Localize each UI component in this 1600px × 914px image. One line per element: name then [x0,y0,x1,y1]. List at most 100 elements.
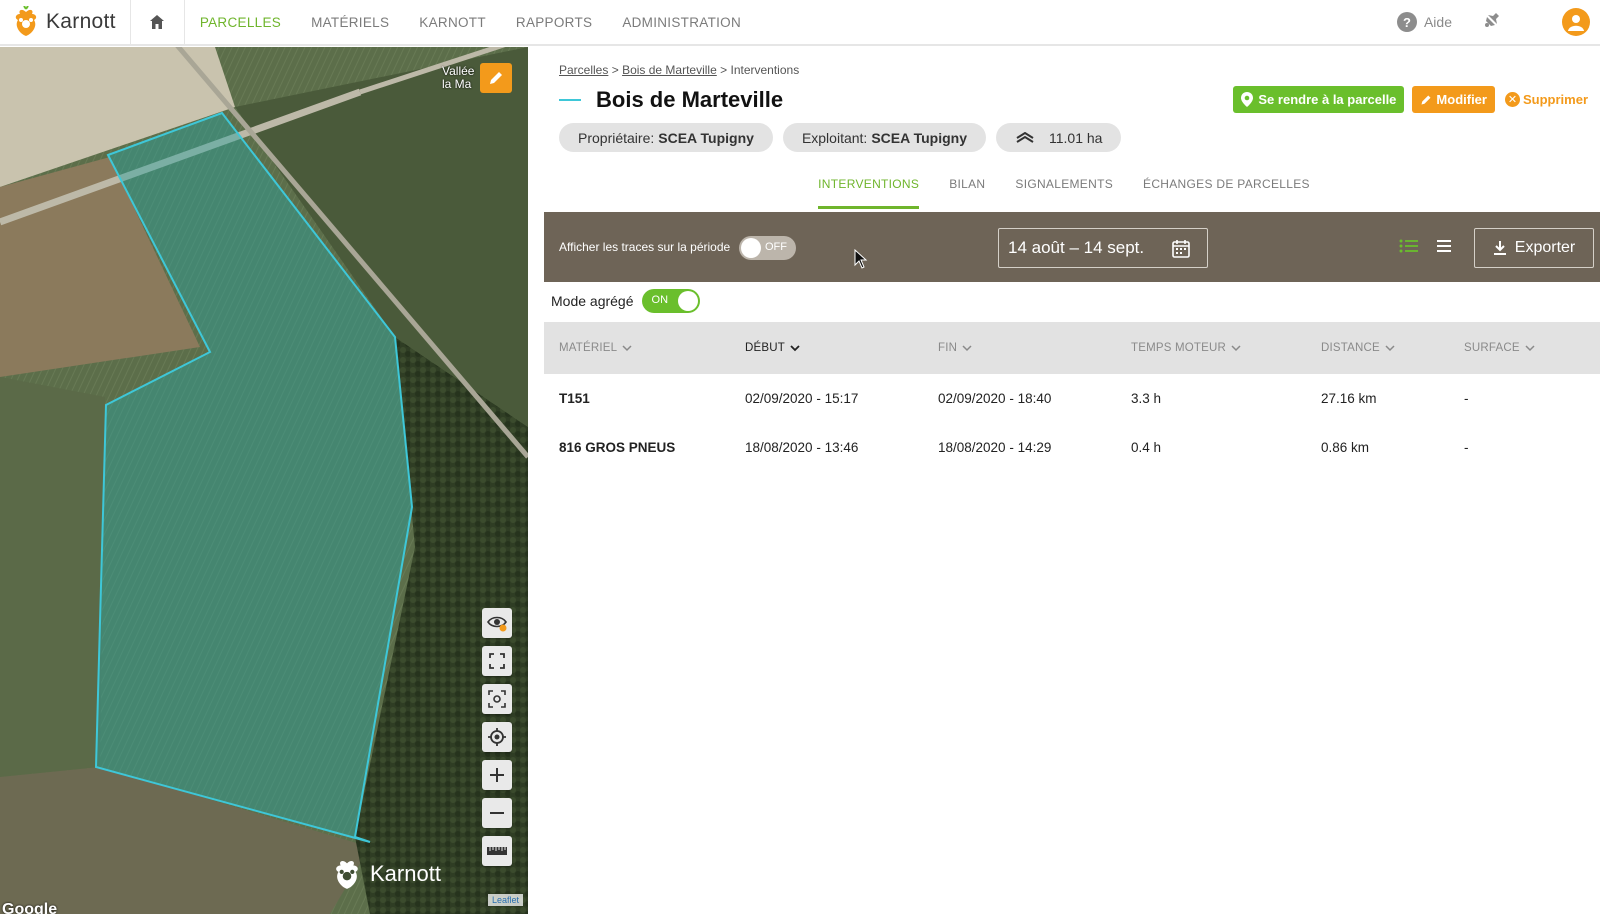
column-materiel-label: MATÉRIEL [559,342,618,354]
user-avatar[interactable] [1562,8,1590,36]
help-icon: ? [1396,12,1417,32]
brand[interactable]: Karnott [0,0,131,44]
tab-signalements[interactable]: SIGNALEMENTS [1000,165,1128,209]
leaflet-attribution[interactable]: Leaflet [488,894,524,906]
aggregate-mode-label: Mode agrégé [551,293,634,309]
traces-toggle[interactable]: OFF [739,236,796,260]
chevron-down-icon [962,344,972,351]
notifications-button[interactable] [1482,10,1502,35]
breadcrumb-parcelles[interactable]: Parcelles [559,63,608,77]
close-circle-icon: ✕ [1504,92,1520,107]
home-icon [150,15,165,29]
parcel-map[interactable]: Vallée la Ma Karnott Leaflet Google [0,47,528,914]
map-place-line-2: la Ma [442,77,472,91]
karnott-logo-icon [15,6,37,36]
cell-debut: 02/09/2020 - 15:17 [745,391,859,406]
column-materiel[interactable]: MATÉRIEL [559,342,632,354]
map-fullscreen-button[interactable] [482,646,512,676]
table-row[interactable]: 816 GROS PNEUS 18/08/2020 - 13:46 18/08/… [544,423,1600,472]
calendar-icon [1172,240,1190,258]
user-icon [1568,15,1584,31]
breadcrumb-parcel[interactable]: Bois de Marteville [622,63,717,77]
goto-parcel-button[interactable]: Se rendre à la parcelle [1233,86,1405,113]
pencil-icon [1421,95,1431,104]
home-button[interactable] [131,0,185,44]
toggle-knob [677,291,698,311]
column-temps-moteur-label: TEMPS MOTEUR [1131,342,1227,354]
delete-label: Supprimer [1522,92,1588,107]
focus-icon [488,690,506,708]
minus-icon [490,812,504,814]
goto-parcel-label: Se rendre à la parcelle [1258,92,1397,107]
google-attribution: Google [2,901,58,914]
column-distance[interactable]: DISTANCE [1321,342,1395,354]
satellite-background [0,47,528,914]
aggregate-mode-toggle[interactable]: ON [641,289,700,313]
area-layers-icon [1016,131,1034,143]
owner-label: Propriétaire: [578,129,655,146]
parcel-actions: Se rendre à la parcelle Modifier ✕ Suppr… [1233,86,1590,113]
list-icon [1399,239,1418,253]
map-fit-bounds-button[interactable] [482,684,512,714]
title-row: Bois de Marteville [559,87,783,113]
karnott-logo-white-icon [336,861,358,889]
table-row[interactable]: T151 02/09/2020 - 15:17 02/09/2020 - 18:… [544,374,1600,423]
cell-materiel[interactable]: 816 GROS PNEUS [559,440,675,455]
column-fin[interactable]: FIN [938,342,972,354]
crosshair-icon [488,728,506,746]
export-button[interactable]: Exporter [1474,228,1594,268]
map-measure-button[interactable] [482,836,512,866]
area-value: 11.01 ha [1048,129,1103,146]
date-range-picker[interactable]: 14 août – 14 sept. [998,228,1208,268]
parcel-color-swatch [559,99,581,101]
column-debut[interactable]: DÉBUT [745,342,800,354]
traces-label: Afficher les traces sur la période [559,240,731,254]
nav-karnott[interactable]: KARNOTT [404,15,501,30]
tab-interventions[interactable]: INTERVENTIONS [803,165,934,209]
tab-echanges[interactable]: ÉCHANGES DE PARCELLES [1128,165,1325,209]
column-surface[interactable]: SURFACE [1464,342,1535,354]
cell-materiel[interactable]: T151 [559,391,590,406]
column-debut-label: DÉBUT [745,342,785,354]
plus-icon [490,768,504,782]
cell-distance: 27.16 km [1321,391,1377,406]
cell-fin: 02/09/2020 - 18:40 [938,391,1052,406]
owner-value: SCEA Tupigny [658,129,754,146]
export-label: Exporter [1514,239,1576,256]
eye-icon [487,616,507,632]
breadcrumb: Parcelles > Bois de Marteville > Interve… [559,63,799,77]
column-temps-moteur[interactable]: TEMPS MOTEUR [1131,342,1241,354]
brand-name: Karnott [46,10,116,33]
column-surface-label: SURFACE [1464,342,1520,354]
operator-chip: Exploitant: SCEA Tupigny [782,123,986,152]
nav-rapports[interactable]: RAPPORTS [501,15,607,30]
operator-label: Exploitant: [801,129,868,146]
map-edit-button[interactable] [480,63,512,93]
ruler-icon [487,847,507,855]
date-range-value: 14 août – 14 sept. [1008,238,1145,257]
map-locate-button[interactable] [482,722,512,752]
map-layers-button[interactable] [482,608,512,638]
fullscreen-icon [489,653,505,669]
delete-button[interactable]: ✕ Supprimer [1503,86,1590,113]
nav-parcelles[interactable]: PARCELLES [185,15,296,30]
compact-view-button[interactable] [1436,238,1452,259]
help-link[interactable]: ? Aide [1396,12,1452,32]
aggregate-mode-row: Mode agrégé ON [551,289,700,313]
cell-surface: - [1464,391,1469,406]
tab-bilan[interactable]: BILAN [934,165,1000,209]
download-icon [1493,241,1506,255]
cell-debut: 18/08/2020 - 13:46 [745,440,859,455]
map-zoom-in-button[interactable] [482,760,512,790]
nav-materiels[interactable]: MATÉRIELS [296,15,404,30]
edit-label: Modifier [1436,92,1487,107]
edit-button[interactable]: Modifier [1412,86,1495,113]
cell-surface: - [1464,440,1469,455]
pencil-icon [490,72,502,84]
map-zoom-out-button[interactable] [482,798,512,828]
chevron-down-icon [1385,344,1395,351]
nav-administration[interactable]: ADMINISTRATION [607,15,756,30]
column-distance-label: DISTANCE [1321,342,1380,354]
list-view-button[interactable] [1399,238,1419,259]
map-watermark: Karnott [330,857,441,891]
